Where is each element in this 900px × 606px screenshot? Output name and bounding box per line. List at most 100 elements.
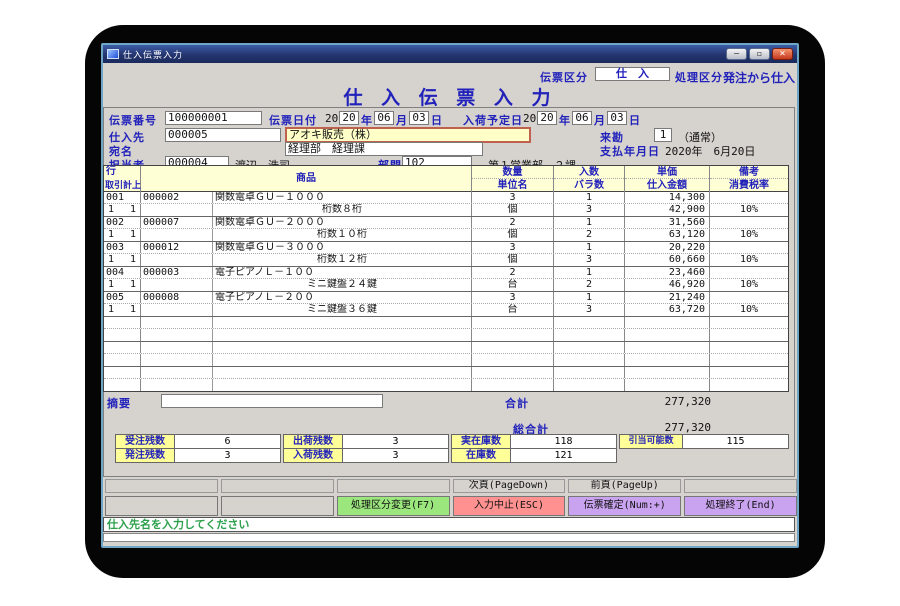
unit-name: 個 bbox=[472, 229, 554, 241]
line-number: 003 bbox=[104, 242, 141, 253]
unit-price bbox=[625, 342, 710, 353]
loose-count: 3 bbox=[554, 254, 625, 266]
product-name bbox=[212, 367, 472, 378]
arrival-date-label: 入荷予定日 bbox=[463, 112, 523, 128]
tax-rate: 10% bbox=[710, 229, 788, 241]
arrival-year-input[interactable]: 20 bbox=[537, 111, 557, 125]
remark-label: 摘要 bbox=[107, 395, 131, 411]
supplier-code-input[interactable]: 000005 bbox=[165, 128, 281, 142]
packs-per-unit bbox=[554, 367, 625, 378]
window-titlebar[interactable]: 仕入伝票入力 − ▫ ✕ bbox=[103, 45, 797, 63]
product-spec: ミニ鍵盤２４鍵 bbox=[212, 279, 472, 291]
product-name: 電子ピアノＬ－２００ bbox=[212, 292, 472, 303]
col-qty-header: 数量単位名 bbox=[472, 166, 554, 192]
table-row[interactable]: 003 000012 関数電卓ＧＵ－３０００ 3 1 20,220 11 桁数１ bbox=[104, 242, 788, 267]
table-row[interactable] bbox=[104, 342, 788, 367]
stock-value: 121 bbox=[511, 448, 617, 463]
remark-input[interactable] bbox=[161, 394, 383, 408]
month-suffix: 月 bbox=[594, 112, 606, 128]
quantity: 3 bbox=[472, 192, 554, 203]
slip-no-input[interactable]: 100000001 bbox=[165, 111, 262, 125]
product-code: 000012 bbox=[141, 242, 213, 253]
fkey-blank bbox=[221, 496, 334, 516]
product-code bbox=[141, 317, 213, 328]
tax-rate: 10% bbox=[710, 204, 788, 216]
remark-cell bbox=[710, 342, 788, 353]
stock-value: 6 bbox=[175, 434, 281, 449]
items-table: 行 取引計上 商品 数量単位名 入数バラ数 単価仕入金額 備考消費税率 bbox=[103, 165, 789, 392]
payment-date-value: 2020年 6月20日 bbox=[665, 143, 755, 159]
quantity: 3 bbox=[472, 242, 554, 253]
next-page-button[interactable]: 次頁(PageDown) bbox=[453, 479, 566, 493]
col-line-header: 行 取引計上 bbox=[104, 166, 141, 192]
status-strip bbox=[103, 533, 795, 542]
slip-date-day-input[interactable]: 03 bbox=[409, 111, 429, 125]
unit-price: 21,240 bbox=[625, 292, 710, 303]
table-row[interactable] bbox=[104, 367, 788, 391]
app-icon bbox=[107, 49, 119, 59]
code-spacer bbox=[141, 204, 213, 216]
unit-price bbox=[625, 367, 710, 378]
unit-name bbox=[472, 329, 554, 341]
arrival-day-input[interactable]: 03 bbox=[607, 111, 627, 125]
confirm-slip-button[interactable]: 伝票確定(Num:+) bbox=[568, 496, 681, 516]
posting-flags bbox=[104, 379, 141, 391]
total-value: 277,320 bbox=[611, 395, 711, 408]
table-row[interactable]: 002 000007 関数電卓ＧＵ－２０００ 2 1 31,560 11 桁数１ bbox=[104, 217, 788, 242]
minimize-button[interactable]: − bbox=[726, 48, 747, 60]
purchase-amount: 60,660 bbox=[625, 254, 710, 266]
addressee-input[interactable]: 経理部 経理課 bbox=[285, 142, 483, 156]
packs-per-unit: 1 bbox=[554, 267, 625, 278]
slip-class-value[interactable]: 仕 入 bbox=[595, 67, 670, 81]
unit-name bbox=[472, 354, 554, 366]
line-number: 002 bbox=[104, 217, 141, 228]
purchase-amount bbox=[625, 379, 710, 391]
packs-per-unit: 1 bbox=[554, 292, 625, 303]
change-process-class-button[interactable]: 処理区分変更(F7) bbox=[337, 496, 450, 516]
tax-rate: 10% bbox=[710, 279, 788, 291]
stock-label: 受注残数 bbox=[115, 434, 175, 449]
year-suffix: 年 bbox=[559, 112, 571, 128]
col-packs-header: 入数バラ数 bbox=[554, 166, 625, 192]
table-row[interactable]: 001 000002 関数電卓ＧＵ－１０００ 3 1 14,300 11 桁数８ bbox=[104, 192, 788, 217]
remark-cell bbox=[710, 242, 788, 253]
close-button[interactable]: ✕ bbox=[772, 48, 793, 60]
stock-value: 118 bbox=[511, 434, 617, 449]
maximize-button[interactable]: ▫ bbox=[749, 48, 770, 60]
arrival-date-century: 20 bbox=[523, 112, 536, 125]
stock-label: 入荷残数 bbox=[283, 448, 343, 463]
stock-label: 実在庫数 bbox=[451, 434, 511, 449]
product-name: 電子ピアノＬ－１００ bbox=[212, 267, 472, 278]
supplier-name-input[interactable]: アオキ販売（株） bbox=[285, 127, 531, 143]
packs-per-unit bbox=[554, 317, 625, 328]
raikan-input[interactable]: 1 bbox=[654, 128, 672, 142]
line-number: 004 bbox=[104, 267, 141, 278]
slip-date-label: 伝票日付 bbox=[269, 112, 317, 128]
product-code: 000008 bbox=[141, 292, 213, 303]
tax-rate: 10% bbox=[710, 304, 788, 316]
fkey-blank bbox=[684, 479, 797, 493]
table-row[interactable] bbox=[104, 317, 788, 342]
slip-no-label: 伝票番号 bbox=[109, 112, 157, 128]
loose-count: 3 bbox=[554, 304, 625, 316]
slip-date-century: 20 bbox=[325, 112, 338, 125]
unit-price: 23,460 bbox=[625, 267, 710, 278]
items-table-header: 行 取引計上 商品 数量単位名 入数バラ数 単価仕入金額 備考消費税率 bbox=[104, 166, 788, 192]
table-row[interactable]: 005 000008 電子ピアノＬ－２００ 3 1 21,240 11 ミニ鍵盤 bbox=[104, 292, 788, 317]
slip-date-month-input[interactable]: 06 bbox=[374, 111, 394, 125]
cancel-input-button[interactable]: 入力中止(ESC) bbox=[453, 496, 566, 516]
col-price-header: 単価仕入金額 bbox=[625, 166, 710, 192]
quantity: 2 bbox=[472, 267, 554, 278]
page-title: 仕 入 伝 票 入 力 bbox=[103, 83, 797, 110]
end-process-button[interactable]: 処理終了(End) bbox=[684, 496, 797, 516]
table-row[interactable]: 004 000003 電子ピアノＬ－１００ 2 1 23,460 11 ミニ鍵盤 bbox=[104, 267, 788, 292]
arrival-month-input[interactable]: 06 bbox=[572, 111, 592, 125]
loose-count: 2 bbox=[554, 279, 625, 291]
loose-count bbox=[554, 329, 625, 341]
product-name: 関数電卓ＧＵ－１０００ bbox=[212, 192, 472, 203]
purchase-amount: 63,120 bbox=[625, 229, 710, 241]
loose-count: 3 bbox=[554, 204, 625, 216]
slip-date-year-input[interactable]: 20 bbox=[339, 111, 359, 125]
product-name: 関数電卓ＧＵ－３０００ bbox=[212, 242, 472, 253]
prev-page-button[interactable]: 前頁(PageUp) bbox=[568, 479, 681, 493]
